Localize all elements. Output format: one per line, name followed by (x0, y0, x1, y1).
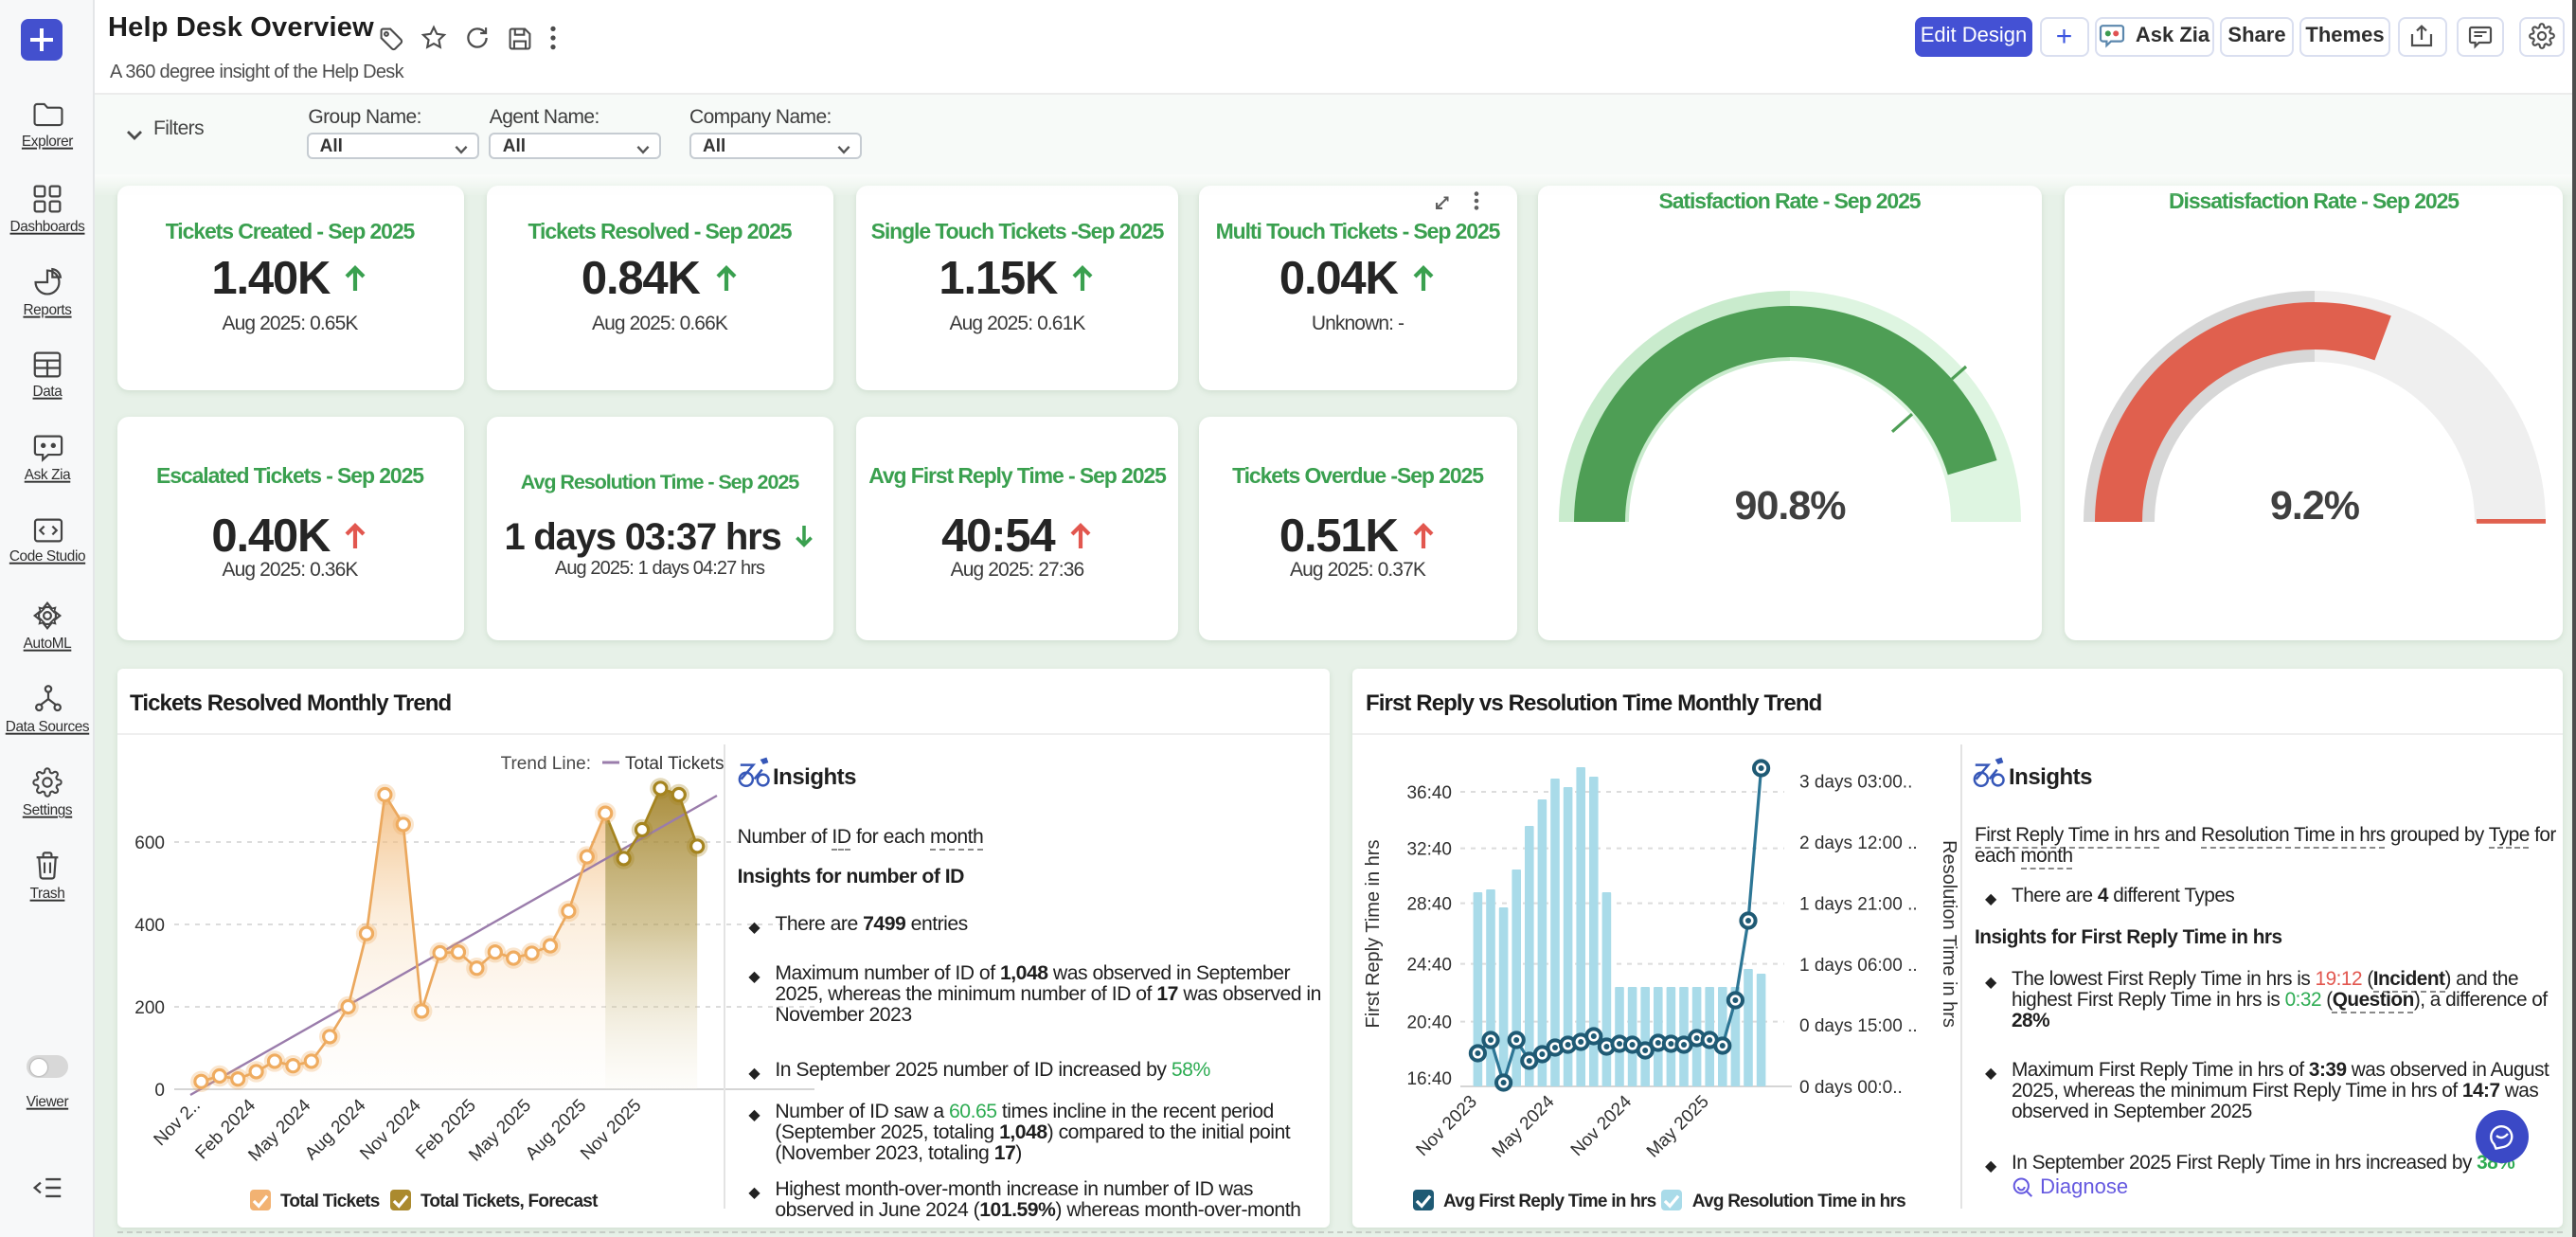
svg-text:200: 200 (134, 998, 164, 1018)
svg-text:90.8%: 90.8% (1734, 482, 1846, 528)
svg-text:28:40: 28:40 (1406, 895, 1452, 915)
svg-text:24:40: 24:40 (1406, 956, 1452, 976)
svg-text:Resolution Time in hrs: Resolution Time in hrs (1939, 840, 1959, 1028)
svg-text:20:40: 20:40 (1406, 1013, 1452, 1033)
svg-text:2 days 12:00 ..: 2 days 12:00 .. (1799, 834, 1918, 853)
svg-text:16:40: 16:40 (1406, 1069, 1452, 1089)
svg-text:32:40: 32:40 (1406, 840, 1452, 860)
svg-text:1 days 06:00 ..: 1 days 06:00 .. (1799, 956, 1918, 976)
svg-text:Nov 2..: Nov 2.. (150, 1096, 204, 1150)
svg-text:Nov 2024: Nov 2024 (1567, 1091, 1637, 1160)
svg-text:0 days 00:0..: 0 days 00:0.. (1799, 1078, 1903, 1098)
svg-text:36:40: 36:40 (1406, 783, 1452, 803)
svg-text:May 2024: May 2024 (1489, 1091, 1559, 1161)
svg-text:First Reply Time in hrs: First Reply Time in hrs (1363, 840, 1384, 1029)
svg-text:Trend Line:: Trend Line: (500, 754, 590, 774)
svg-text:400: 400 (134, 916, 164, 936)
svg-text:600: 600 (134, 834, 164, 853)
svg-text:Nov 2023: Nov 2023 (1413, 1092, 1481, 1160)
svg-text:1 days 21:00 ..: 1 days 21:00 .. (1799, 895, 1918, 915)
svg-text:3 days 03:00..: 3 days 03:00.. (1799, 773, 1912, 793)
svg-text:0: 0 (153, 1081, 164, 1101)
svg-text:9.2%: 9.2% (2270, 482, 2360, 528)
svg-text:Total Tickets: Total Tickets (624, 754, 724, 774)
svg-text:May 2025: May 2025 (1643, 1092, 1713, 1162)
svg-text:0 days 15:00 ..: 0 days 15:00 .. (1799, 1016, 1918, 1036)
